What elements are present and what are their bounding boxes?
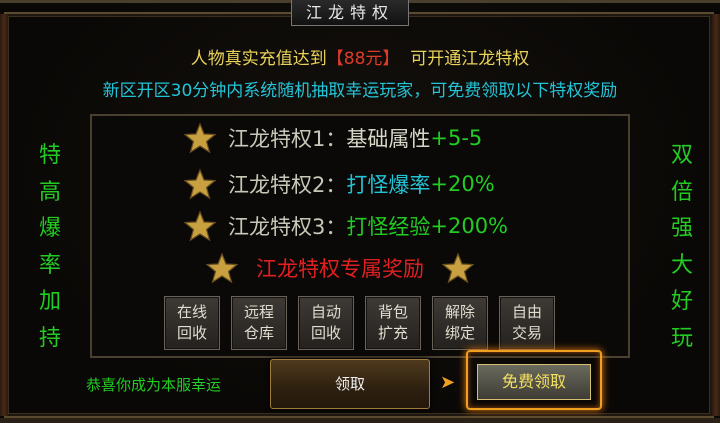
privilege-value: 打怪经验 (346, 215, 431, 239)
privilege-bonus: +20% (430, 172, 495, 196)
feature-label: 在线 (176, 303, 207, 321)
star-icon (184, 168, 216, 200)
star-icon (442, 252, 474, 284)
slogan-char: 好 (670, 289, 693, 315)
privilege-row-2: 江龙特权2： 打怪爆率 +20% (184, 168, 495, 200)
privilege-value: 打怪爆率 (346, 173, 431, 197)
side-slogan-right: 双 倍 强 大 好 玩 (670, 138, 694, 358)
feature-remote-warehouse: 远程 仓库 (231, 296, 287, 350)
feature-label: 仓库 (243, 324, 274, 342)
slogan-char: 双 (670, 143, 693, 168)
feature-label: 远程 (243, 303, 274, 321)
feature-list: 在线回收 远程仓库 自动回收 背包扩充 解除绑定 自由交易 (164, 296, 555, 350)
requirement-suffix: 可开通江龙特权 (410, 49, 530, 69)
slogan-char: 大 (670, 252, 693, 278)
privilege-row-1: 江龙特权1： 基础属性 +5-5 (184, 122, 482, 154)
star-icon (184, 210, 216, 242)
left-edge-decoration (0, 14, 8, 416)
right-edge-decoration (712, 14, 720, 416)
feature-label: 回收 (310, 324, 341, 342)
feature-online-recycle: 在线 回收 (164, 296, 220, 350)
slogan-char: 特 (38, 143, 61, 168)
feature-label: 交易 (511, 324, 542, 342)
privilege-value: 基础属性 (346, 127, 431, 151)
feature-label: 绑定 (444, 324, 475, 342)
privilege-name: 江龙特权1： (228, 127, 347, 151)
congrats-message: 恭喜你成为本服幸运 (86, 376, 222, 394)
claim-button[interactable]: 领取 (270, 359, 430, 409)
star-icon (184, 122, 216, 154)
exclusive-reward-heading: 江龙特权专属奖励 (206, 252, 474, 284)
slogan-char: 强 (670, 216, 693, 242)
feature-bag-expand: 背包 扩充 (365, 296, 421, 350)
star-icon (206, 252, 238, 284)
feature-label: 回收 (176, 324, 207, 342)
feature-label: 自由 (511, 303, 542, 321)
feature-auto-recycle: 自动 回收 (298, 296, 354, 350)
slogan-char: 倍 (670, 179, 693, 205)
panel-title: 江龙特权 (291, 0, 409, 26)
feature-free-trade: 自由 交易 (499, 296, 555, 350)
exclusive-reward-label: 江龙特权专属奖励 (256, 257, 424, 281)
privilege-bonus: +200% (430, 214, 509, 238)
feature-label: 背包 (377, 303, 408, 321)
requirement-prefix: 人物真实充值达到 (190, 49, 327, 69)
side-slogan-left: 特 高 爆 率 加 持 (38, 138, 62, 358)
slogan-char: 率 (38, 252, 61, 278)
privilege-row-3: 江龙特权3： 打怪经验 +200% (184, 210, 508, 242)
slogan-char: 高 (38, 179, 61, 205)
requirement-amount: 【88元】 (326, 49, 400, 69)
feature-label: 扩充 (377, 324, 408, 342)
double-chevron-right-icon: ➤ (440, 372, 456, 393)
privilege-name: 江龙特权3： (228, 215, 347, 239)
bottom-edge (0, 418, 720, 423)
slogan-char: 持 (38, 325, 61, 351)
privilege-name: 江龙特权2： (228, 173, 347, 197)
slogan-char: 加 (38, 289, 61, 315)
feature-unbind: 解除 绑定 (432, 296, 488, 350)
recharge-requirement: 人物真实充值达到【88元】 可开通江龙特权 (0, 44, 720, 69)
free-claim-button[interactable]: 免费领取 (477, 364, 591, 400)
lucky-draw-notice: 新区开区30分钟内系统随机抽取幸运玩家，可免费领取以下特权奖励 (102, 81, 618, 101)
feature-label: 自动 (310, 303, 341, 321)
slogan-char: 爆 (38, 216, 61, 242)
privilege-bonus: +5-5 (430, 126, 483, 150)
privilege-panel: 江龙特权 人物真实充值达到【88元】 可开通江龙特权 新区开区30分钟内系统随机… (0, 0, 720, 423)
feature-label: 解除 (444, 303, 475, 321)
slogan-char: 玩 (670, 325, 693, 351)
